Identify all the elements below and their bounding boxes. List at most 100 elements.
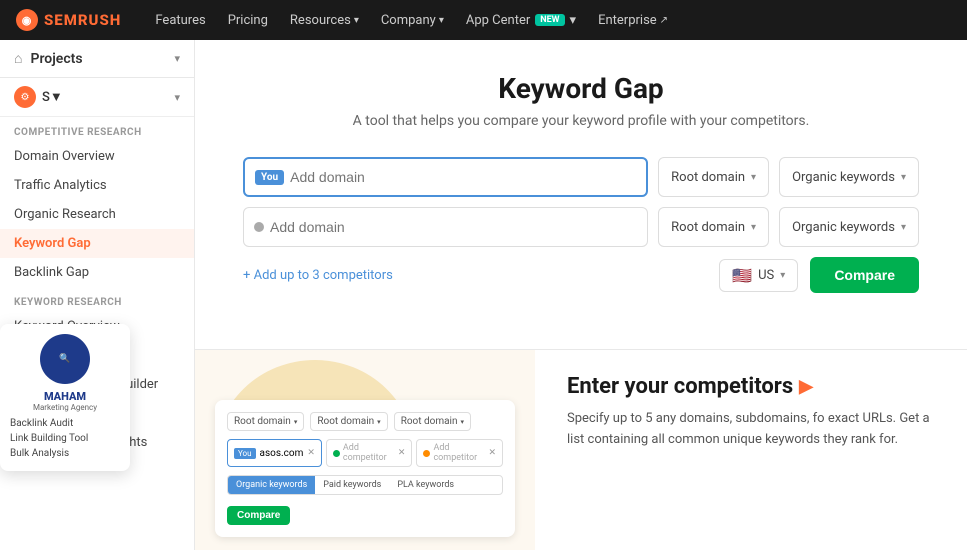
home-icon: ⌂ <box>14 50 22 67</box>
agency-subtitle: Marketing Agency <box>10 403 120 412</box>
preview-panel: Root domain ▾ Root domain ▾ Root domain … <box>195 350 535 550</box>
chevron-down-icon: ▾ <box>751 172 756 183</box>
page-title: Keyword Gap <box>243 72 919 105</box>
you-badge: You <box>255 170 284 185</box>
nav-appcenter[interactable]: App Center NEW ▾ <box>456 9 586 32</box>
preview-dropdown-3[interactable]: Root domain ▾ <box>394 412 471 431</box>
sidebar: ⌂ Projects ▾ ⚙ S▼ ▾ COMPETITIVE RESEARCH… <box>0 40 195 550</box>
close-icon[interactable]: ✕ <box>398 448 406 458</box>
overlay-items: Backlink Audit Link Building Tool Bulk A… <box>10 416 120 461</box>
dot-indicator <box>423 450 430 457</box>
chevron-down-icon: ▾ <box>439 15 444 26</box>
preview-competitor-1[interactable]: Add competitor ✕ <box>326 439 413 467</box>
account-icon: ⚙ <box>14 86 36 108</box>
nav-pricing[interactable]: Pricing <box>218 9 278 32</box>
compare-button[interactable]: Compare <box>810 257 919 293</box>
logo-text: SEMRUSH <box>44 11 121 29</box>
nav-links: Features Pricing Resources ▾ Company ▾ A… <box>145 9 951 32</box>
chevron-down-icon: ▾ <box>751 222 756 233</box>
projects-label: Projects <box>30 51 166 67</box>
chevron-down-icon: ▾ <box>461 418 465 426</box>
chevron-down-icon: ▾ <box>901 222 906 233</box>
arrow-icon: ▶ <box>799 376 813 397</box>
add-competitors-link[interactable]: + Add up to 3 competitors <box>243 264 393 287</box>
account-icon-gear: ⚙ <box>21 92 30 103</box>
you-tag: You <box>234 448 256 459</box>
sidebar-item-label: Organic Research <box>14 207 116 222</box>
competitors-description: Specify up to 5 any domains, subdomains,… <box>567 409 935 451</box>
chevron-down-icon: ▾ <box>294 418 298 426</box>
overlay-item-bulk-analysis[interactable]: Bulk Analysis <box>10 446 120 461</box>
preview-domain-value: asos.com <box>260 448 304 459</box>
account-name: S▼ <box>42 89 168 105</box>
country-label: US <box>758 268 774 283</box>
chevron-down-icon: ▾ <box>377 418 381 426</box>
domain-input-1[interactable]: You <box>243 157 648 197</box>
bottom-action-row: + Add up to 3 competitors 🇺🇸 US ▾ Compar… <box>243 257 919 293</box>
domain-field-2[interactable] <box>270 219 637 235</box>
sidebar-item-backlink-gap[interactable]: Backlink Gap <box>0 258 194 287</box>
sidebar-item-organic-research[interactable]: Organic Research <box>0 200 194 229</box>
page-subtitle: A tool that helps you compare your keywo… <box>243 113 919 129</box>
sidebar-item-label: Domain Overview <box>14 149 115 164</box>
projects-header[interactable]: ⌂ Projects ▾ <box>0 40 194 78</box>
preview-dropdown-2[interactable]: Root domain ▾ <box>310 412 387 431</box>
close-icon[interactable]: ✕ <box>488 448 496 458</box>
nav-company[interactable]: Company ▾ <box>371 9 454 32</box>
sidebar-item-label: Backlink Gap <box>14 265 89 280</box>
tab-organic-keywords[interactable]: Organic keywords <box>228 476 315 494</box>
keywords-dropdown-2[interactable]: Organic keywords ▾ <box>779 207 919 247</box>
external-link-icon: ↗ <box>660 15 668 26</box>
domain-row-1: You Root domain ▾ Organic keywords ▾ <box>243 157 919 197</box>
keyword-gap-section: Keyword Gap A tool that helps you compar… <box>195 40 967 350</box>
nav-resources[interactable]: Resources ▾ <box>280 9 369 32</box>
account-selector[interactable]: ⚙ S▼ ▾ <box>0 78 194 117</box>
chevron-down-icon: ▾ <box>174 91 180 104</box>
tab-pla-keywords[interactable]: PLA keywords <box>389 476 462 494</box>
country-selector[interactable]: 🇺🇸 US ▾ <box>719 259 798 292</box>
preview-card: Root domain ▾ Root domain ▾ Root domain … <box>215 400 515 537</box>
sidebar-item-keyword-gap[interactable]: Keyword Gap <box>0 229 194 258</box>
overlay-item-link-building[interactable]: Link Building Tool <box>10 431 120 446</box>
agency-name: MAHAM <box>10 390 120 403</box>
overlay-item-backlink-audit[interactable]: Backlink Audit <box>10 416 120 431</box>
preview-keyword-tabs: Organic keywords Paid keywords PLA keywo… <box>227 475 503 495</box>
competitors-info-panel: Enter your competitors ▶ Specify up to 5… <box>535 350 967 550</box>
sidebar-item-label: Keyword Gap <box>14 236 91 251</box>
dot-indicator <box>254 222 264 232</box>
domain-row-2: Root domain ▾ Organic keywords ▾ <box>243 207 919 247</box>
content-area: Keyword Gap A tool that helps you compar… <box>195 40 967 550</box>
sidebar-item-domain-overview[interactable]: Domain Overview <box>0 142 194 171</box>
close-icon[interactable]: ✕ <box>307 448 315 458</box>
bottom-section: Root domain ▾ Root domain ▾ Root domain … <box>195 350 967 550</box>
domain-field-1[interactable] <box>290 169 636 185</box>
tab-paid-keywords[interactable]: Paid keywords <box>315 476 389 494</box>
chevron-down-icon: ▾ <box>780 270 785 281</box>
preview-competitor-2[interactable]: Add competitor ✕ <box>416 439 503 467</box>
preview-dropdown-1[interactable]: Root domain ▾ <box>227 412 304 431</box>
nav-features[interactable]: Features <box>145 9 215 32</box>
dropdown-label: Organic keywords <box>792 220 895 235</box>
chevron-down-icon: ▾ <box>901 172 906 183</box>
chevron-down-icon: ▾ <box>570 13 577 28</box>
sidebar-item-traffic-analytics[interactable]: Traffic Analytics <box>0 171 194 200</box>
preview-domain-box[interactable]: You asos.com ✕ <box>227 439 322 467</box>
root-domain-dropdown-1[interactable]: Root domain ▾ <box>658 157 769 197</box>
preview-compare-button[interactable]: Compare <box>227 506 290 525</box>
nav-enterprise[interactable]: Enterprise ↗ <box>588 9 678 32</box>
logo-icon: ◉ <box>16 9 38 31</box>
new-badge: NEW <box>535 14 564 26</box>
preview-dropdown-row: Root domain ▾ Root domain ▾ Root domain … <box>227 412 503 431</box>
keyword-research-section: KEYWORD RESEARCH <box>0 287 194 312</box>
chevron-down-icon: ▾ <box>174 52 180 65</box>
domain-input-2[interactable] <box>243 207 648 247</box>
sidebar-item-label: Traffic Analytics <box>14 178 107 193</box>
flag-icon: 🇺🇸 <box>732 266 752 285</box>
top-navigation: ◉ SEMRUSH Features Pricing Resources ▾ C… <box>0 0 967 40</box>
preview-inputs-row: You asos.com ✕ Add competitor ✕ Add comp… <box>227 439 503 467</box>
root-domain-dropdown-2[interactable]: Root domain ▾ <box>658 207 769 247</box>
chevron-down-icon: ▾ <box>354 15 359 26</box>
semrush-logo[interactable]: ◉ SEMRUSH <box>16 9 121 31</box>
keywords-dropdown-1[interactable]: Organic keywords ▾ <box>779 157 919 197</box>
agency-widget: 🔍 MAHAM Marketing Agency Backlink Audit … <box>0 324 130 471</box>
